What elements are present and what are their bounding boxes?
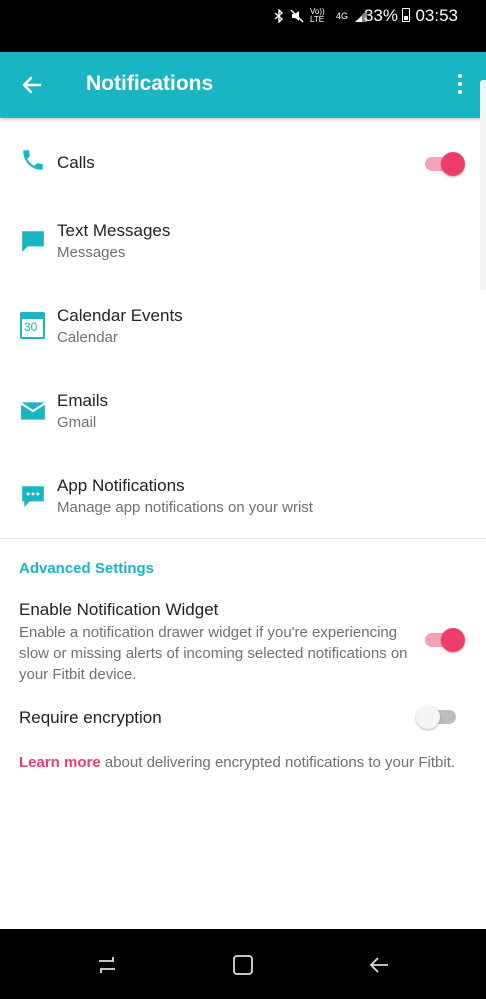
- back-arrow-icon[interactable]: [20, 73, 44, 97]
- home-icon[interactable]: [231, 953, 255, 977]
- encryption-toggle[interactable]: [416, 705, 456, 729]
- widget-setting-description: Enable a notification drawer widget if y…: [19, 624, 408, 683]
- notification-row-app-notifications[interactable]: App Notifications Manage app notificatio…: [0, 465, 480, 535]
- widget-setting-label: Enable Notification Widget: [19, 600, 219, 619]
- notification-sublabel: Messages: [57, 244, 126, 261]
- network-indicator: 4G: [335, 11, 348, 21]
- learn-more-link[interactable]: Learn more: [19, 754, 101, 771]
- notification-label: Calls: [57, 153, 95, 172]
- clock: 03:53: [415, 6, 458, 25]
- message-icon: [22, 231, 44, 252]
- envelope-icon: [20, 402, 46, 420]
- notification-row-emails[interactable]: Emails Gmail: [0, 380, 480, 460]
- status-icons: Vo)) LTE 4G: [274, 8, 368, 24]
- chat-dots-icon: [22, 486, 44, 507]
- phone-icon: [23, 150, 43, 170]
- notification-row-calls[interactable]: Calls: [0, 130, 480, 200]
- notification-label: App Notifications: [57, 476, 185, 495]
- notification-label: Text Messages: [57, 221, 171, 240]
- page-title: Notifications: [86, 72, 214, 95]
- advanced-settings-heading: Advanced Settings: [19, 560, 155, 577]
- recent-apps-icon[interactable]: [95, 953, 119, 977]
- notification-row-calendar-events[interactable]: 30 Calendar Events Calendar: [0, 295, 480, 375]
- more-options-icon[interactable]: [450, 72, 470, 98]
- calendar-day: 30: [24, 320, 38, 334]
- section-divider: [0, 538, 486, 539]
- calls-toggle[interactable]: [425, 152, 465, 176]
- battery-icon: [402, 8, 410, 22]
- battery-percent: 33%: [363, 6, 398, 25]
- system-nav-bar: [0, 929, 486, 999]
- notification-row-text-messages[interactable]: Text Messages Messages: [0, 210, 480, 290]
- back-icon[interactable]: [367, 953, 391, 977]
- notification-sublabel: Gmail: [57, 414, 97, 431]
- encryption-setting-label: Require encryption: [19, 708, 162, 727]
- notification-label: Calendar Events: [57, 306, 183, 325]
- notification-sublabel: Calendar: [57, 329, 118, 346]
- calendar-icon: 30: [20, 312, 45, 339]
- widget-toggle[interactable]: [425, 628, 465, 652]
- mute-icon: [290, 9, 304, 23]
- notification-label: Emails: [57, 391, 109, 410]
- volte-indicator: Vo)) LTE: [309, 7, 325, 24]
- notification-sublabel: Manage app notifications on your wrist: [57, 499, 313, 516]
- app-bar: Notifications: [0, 52, 486, 118]
- learn-more-description: about delivering encrypted notifications…: [100, 754, 456, 771]
- status-bar: Vo)) LTE 4G 33% 03:53: [0, 0, 486, 52]
- bluetooth-icon: [274, 9, 284, 23]
- scroll-indicator: [480, 80, 486, 290]
- learn-more-text: Learn more about delivering encrypted no…: [19, 752, 469, 773]
